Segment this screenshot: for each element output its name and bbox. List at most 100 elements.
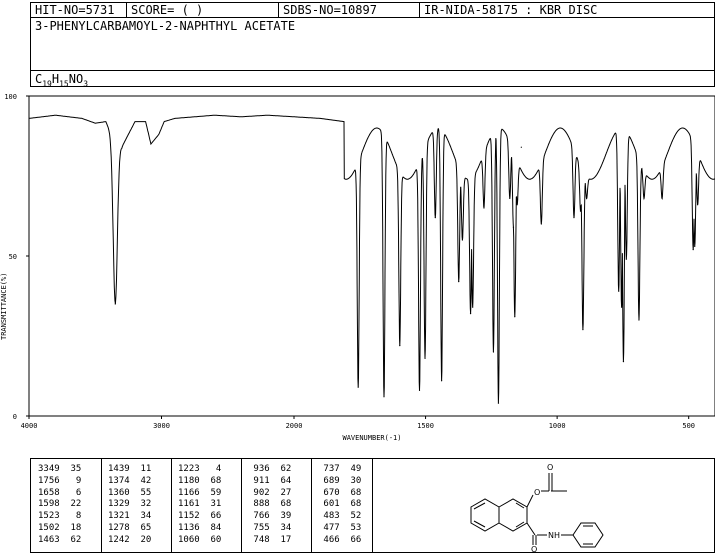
naphthalene-ring-right xyxy=(498,498,528,532)
peak-table-row: 477 53 xyxy=(318,522,362,533)
peak-table-row: 748 17 xyxy=(248,534,292,545)
compound-name-box: 3-PHENYLCARBAMOYL-2-NAPHTHYL ACETATE xyxy=(30,17,715,71)
peak-table-row: 483 52 xyxy=(318,511,362,522)
peak-col-3: 1223 4 1180 68 1166 59 1161 31 1152 66 1136 8… xyxy=(178,464,221,547)
peak-point xyxy=(620,306,623,308)
acetyl-oxygen-label: O xyxy=(547,463,553,472)
peak-table-row: 1502 18 xyxy=(38,522,82,533)
peak-table-row: 1374 42 xyxy=(108,475,152,486)
peak-point xyxy=(458,281,460,283)
peak-table-row: 1166 59 xyxy=(178,487,222,498)
peak-point xyxy=(492,351,495,353)
peak-table-row: 766 39 xyxy=(248,511,292,522)
peak-point xyxy=(585,197,588,199)
peak-table-row: 3349 35 xyxy=(38,464,82,474)
peak-point xyxy=(573,217,575,219)
peak-table-row: 1598 22 xyxy=(38,499,82,510)
peak-col-2: 1439 11 1374 42 1360 55 1329 32 1321 34 1278 … xyxy=(108,464,151,547)
peak-table-row: 1060 60 xyxy=(178,534,222,545)
peak-point xyxy=(661,197,663,199)
peak-table-row: 888 68 xyxy=(248,499,292,510)
x-tick-label: 1500 xyxy=(417,422,434,430)
peak-table-row: 1329 32 xyxy=(108,499,152,510)
peak-table-row: 737 49 xyxy=(318,464,362,474)
ir-spectrum-chart: 4000 3000 2000 1500 1000 500 0 50 100 TRANSMITTA… xyxy=(0,93,715,442)
peak-point xyxy=(638,319,640,321)
peak-table: 3349 35 1756 9 1658 6 1598 22 1523 8 1502 18 1… xyxy=(30,458,373,553)
naphthalene-ring-left xyxy=(470,498,500,532)
peak-table-row: 755 34 xyxy=(248,522,292,533)
peak-point xyxy=(469,313,472,315)
sdbs-number: SDBS-NO=10897 xyxy=(278,3,419,17)
peak-point xyxy=(582,329,584,331)
peak-point xyxy=(357,386,359,388)
hit-number: HIT-NO=5731 xyxy=(35,3,115,17)
y-tick-label: 100 xyxy=(4,93,17,101)
y-tick-label: 50 xyxy=(9,253,17,261)
amide-oxygen-label: O xyxy=(531,545,537,552)
phenyl-ring xyxy=(572,522,604,548)
molecular-formula: C19H15NO3 xyxy=(35,72,89,89)
peak-point xyxy=(509,197,511,199)
header-row: HIT-NO=5731 SCORE= ( ) SDBS-NO=10897 IR-… xyxy=(30,2,715,18)
peak-point xyxy=(399,345,401,347)
peak-point xyxy=(418,389,421,391)
table-divider xyxy=(171,459,172,552)
peak-table-row: 902 27 xyxy=(248,487,292,498)
peak-point xyxy=(520,146,522,148)
peak-point xyxy=(434,217,436,219)
peak-col-4: 936 62 911 64 902 27 888 68 766 39 755 3… xyxy=(248,464,291,547)
x-tick-label: 500 xyxy=(682,422,695,430)
plot-frame xyxy=(28,95,715,417)
peak-point xyxy=(472,306,474,308)
peak-table-row: 689 30 xyxy=(318,475,362,486)
measurement-method: IR-NIDA-58175 : KBR DISC xyxy=(419,3,715,17)
table-divider xyxy=(101,459,102,552)
peak-table-row: 1152 66 xyxy=(178,511,222,522)
peak-point xyxy=(622,361,625,363)
peak-table-row: 911 64 xyxy=(248,475,292,486)
structure-box: O O O NH xyxy=(372,458,715,554)
peak-table-row: 1658 6 xyxy=(38,487,82,498)
peak-table-row: 936 62 xyxy=(248,464,292,474)
peak-point xyxy=(114,303,116,305)
x-tick-label: 1000 xyxy=(549,422,566,430)
peak-point xyxy=(512,226,515,228)
y-axis-label: TRANSMITTANCE(%) xyxy=(0,273,8,340)
compound-name: 3-PHENYLCARBAMOYL-2-NAPHTHYL ACETATE xyxy=(35,19,296,33)
peak-table-row: 1463 62 xyxy=(38,534,82,545)
ester-oxygen-label: O xyxy=(534,488,540,497)
peak-table-row: 1278 65 xyxy=(108,522,152,533)
peak-point xyxy=(697,204,699,206)
table-divider xyxy=(311,459,312,552)
peak-point xyxy=(461,239,463,241)
peak-table-row: 1439 11 xyxy=(108,464,152,474)
formula-box: C19H15NO3 xyxy=(30,70,715,89)
peak-table-row: 1523 8 xyxy=(38,511,82,522)
peak-point xyxy=(618,290,620,292)
peak-point xyxy=(516,204,518,206)
peak-point xyxy=(540,223,542,225)
peak-point xyxy=(383,396,385,398)
peak-table-row: 1161 31 xyxy=(178,499,222,510)
table-divider xyxy=(241,459,242,552)
peak-table-row: 1223 4 xyxy=(178,464,222,474)
peak-table-row: 1242 20 xyxy=(108,534,152,545)
y-tick-label: 0 xyxy=(13,413,17,421)
peak-col-5: 737 49 689 30 670 68 601 68 483 52 477 5… xyxy=(318,464,361,547)
peak-table-row: 1756 9 xyxy=(38,475,82,486)
molecular-structure: O O O NH xyxy=(470,463,604,554)
peak-col-1: 3349 35 1756 9 1658 6 1598 22 1523 8 1502 18 1… xyxy=(38,464,81,547)
peak-point xyxy=(694,245,696,247)
x-axis-label: WAVENUMBER(-1) xyxy=(342,434,401,442)
peak-point xyxy=(441,380,443,382)
peak-point xyxy=(483,207,485,209)
peak-point xyxy=(497,402,500,404)
peak-table-row: 1136 84 xyxy=(178,522,222,533)
spectrum-line xyxy=(28,114,715,404)
peak-point xyxy=(424,357,426,359)
peak-table-row: 670 68 xyxy=(318,487,362,498)
x-tick-label: 3000 xyxy=(153,422,170,430)
x-tick-label: 4000 xyxy=(21,422,38,430)
amide-nh-label: NH xyxy=(548,531,560,540)
